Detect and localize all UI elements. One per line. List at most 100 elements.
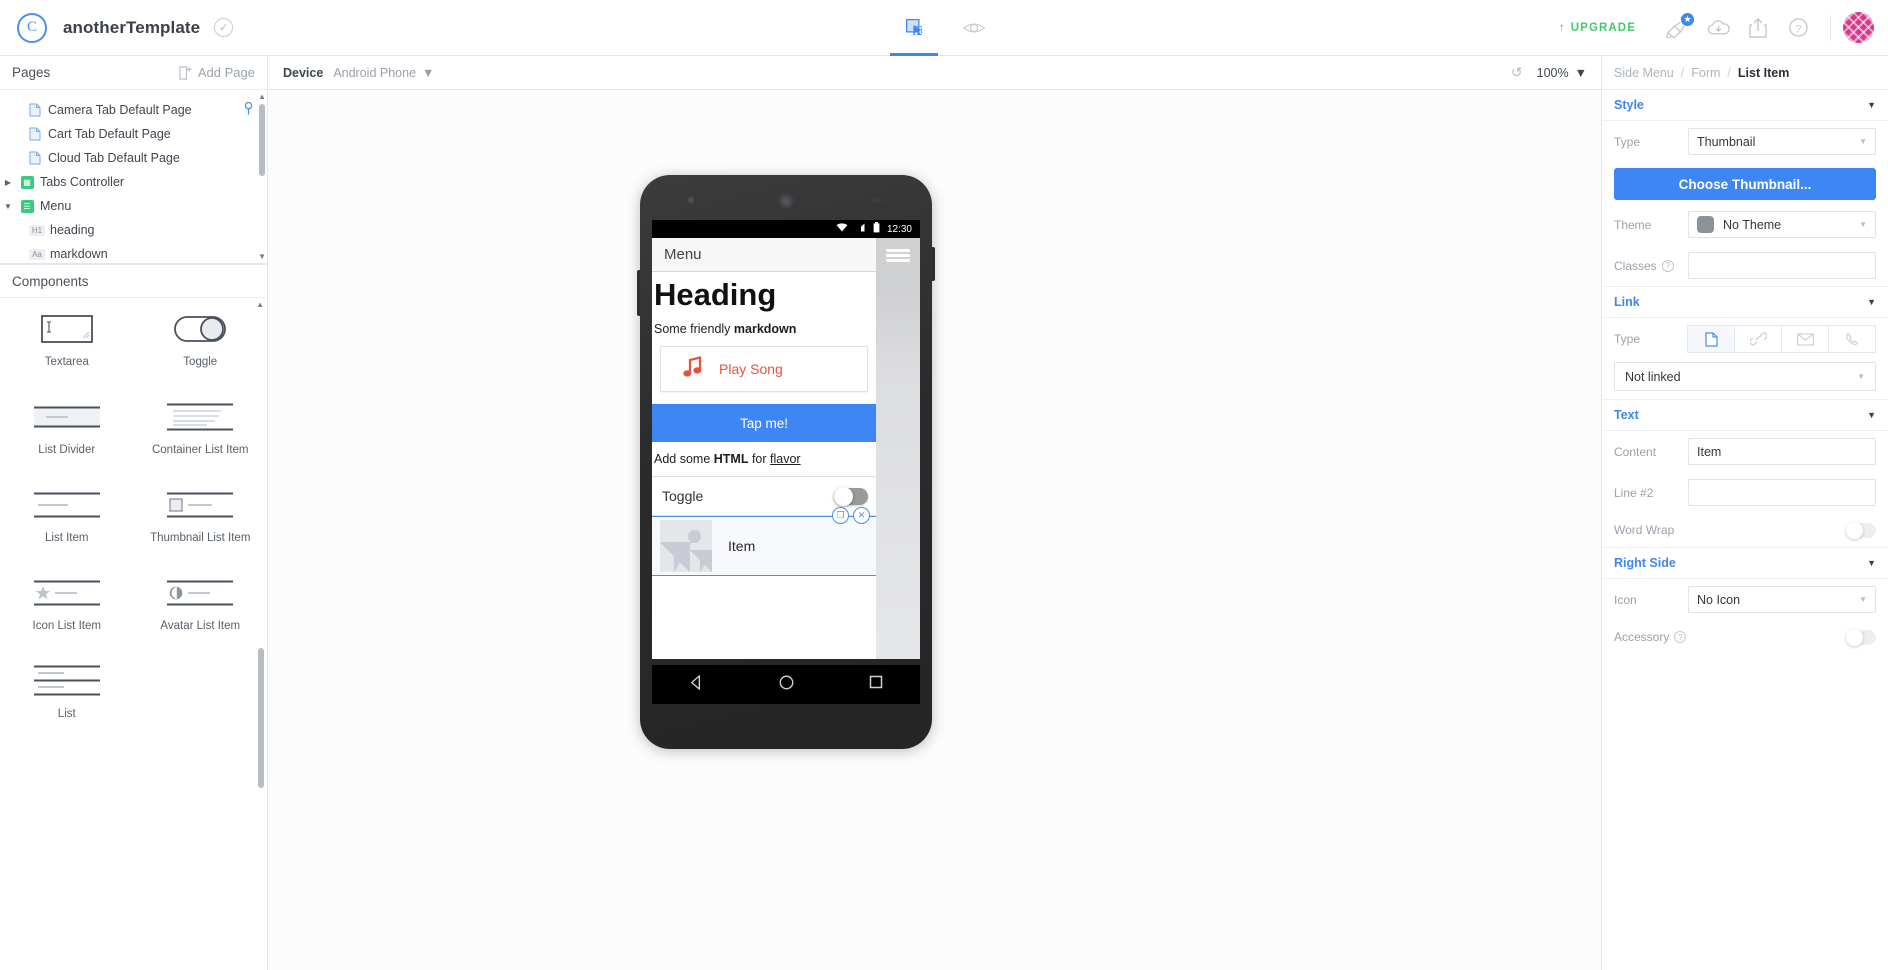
pin-icon[interactable] (244, 101, 253, 118)
phone-screen[interactable]: 12:30 Menu Heading Some friendly markdow… (652, 220, 920, 659)
components-grid[interactable]: ▲ Textarea Toggle List Divider Container… (0, 298, 267, 970)
item-thumbnail[interactable] (660, 520, 712, 573)
html-pre: Add some (654, 452, 714, 467)
nav-back-button[interactable] (688, 674, 705, 696)
tab-preview[interactable] (944, 0, 1004, 56)
delete-handle[interactable]: ✕ (853, 507, 870, 525)
component-list-divider[interactable]: List Divider (0, 400, 134, 488)
choose-thumbnail-button[interactable]: Choose Thumbnail... (1614, 168, 1876, 200)
component-toggle[interactable]: Toggle (134, 312, 268, 400)
theme-select[interactable]: No Theme ▼ (1688, 211, 1876, 238)
share-button[interactable] (1738, 8, 1778, 48)
component-avatar-list-item[interactable]: Avatar List Item (134, 576, 268, 664)
page-row[interactable]: Camera Tab Default Page (0, 98, 267, 122)
battery-icon (873, 222, 880, 236)
heading-element[interactable]: Heading (652, 272, 876, 316)
section-header-right-side[interactable]: Right Side ▼ (1602, 548, 1888, 579)
section-header-link[interactable]: Link ▼ (1602, 287, 1888, 318)
selected-list-item[interactable]: ❐ ✕ Item (652, 507, 876, 577)
page-row[interactable]: H1 heading (0, 218, 267, 242)
component-container-list-item[interactable]: Container List Item (134, 400, 268, 488)
link-target-select[interactable]: Not linked ▼ (1614, 362, 1876, 391)
upgrade-button[interactable]: ↑ UPGRADE (1559, 22, 1636, 34)
tap-me-button[interactable]: Tap me! (652, 404, 876, 443)
play-song-card[interactable]: Play Song (660, 346, 868, 393)
cloud-download-button[interactable] (1698, 8, 1738, 48)
user-avatar[interactable] (1843, 12, 1874, 43)
page-row[interactable]: Aa markdown (0, 242, 267, 263)
avatar-list-item-icon (167, 576, 234, 610)
page-row[interactable]: Cart Tab Default Page (0, 122, 267, 146)
check-glyph: ✓ (219, 22, 229, 34)
side-menu-drawer[interactable] (876, 238, 920, 659)
component-thumbnail-list-item[interactable]: Thumbnail List Item (134, 488, 268, 576)
component-list[interactable]: List (0, 664, 134, 752)
page-label: Cart Tab Default Page (48, 127, 171, 141)
help-icon[interactable]: ? (1674, 631, 1687, 643)
component-textarea[interactable]: Textarea (0, 312, 134, 400)
app-logo-icon[interactable]: C (17, 12, 47, 43)
tab-design[interactable] (884, 0, 944, 56)
classes-input[interactable] (1688, 252, 1876, 279)
add-page-button[interactable]: Add Page (179, 65, 255, 80)
device-selector[interactable]: Android Phone ▼ (333, 66, 434, 80)
nav-recents-button[interactable] (868, 674, 884, 695)
page-label: Menu (40, 199, 72, 213)
email-link-icon[interactable] (1781, 325, 1829, 353)
twisty[interactable]: ▼ (0, 202, 16, 211)
app-content[interactable]: Heading Some friendly markdown Play Song… (652, 272, 876, 577)
duplicate-handle[interactable]: ❐ (832, 507, 849, 525)
chevron-down-icon: ▼ (1857, 372, 1865, 381)
canvas-stage[interactable]: 12:30 Menu Heading Some friendly markdow… (269, 90, 1601, 970)
zoom-selector[interactable]: 100% ▼ (1537, 66, 1587, 80)
components-scroll-up-arrow[interactable]: ▲ (256, 300, 264, 309)
breadcrumb-form[interactable]: Form (1691, 66, 1720, 80)
chevron-down-icon[interactable]: ▼ (1867, 410, 1876, 420)
tap-me-label: Tap me! (739, 415, 789, 431)
pages-panel-header: Pages Add Page (0, 56, 267, 90)
chevron-down-icon[interactable]: ▼ (1867, 297, 1876, 307)
word-wrap-toggle[interactable] (1846, 521, 1876, 539)
html-link[interactable]: flavor (770, 452, 801, 466)
section-header-text[interactable]: Text ▼ (1602, 400, 1888, 431)
right-icon-value: No Icon (1697, 592, 1741, 607)
content-input[interactable] (1688, 438, 1876, 465)
right-icon-select[interactable]: No Icon ▼ (1688, 586, 1876, 613)
android-nav-bar[interactable] (652, 665, 920, 704)
pages-tree[interactable]: ▲ ▼ Camera Tab Default Page Cart Tab Def… (0, 90, 267, 264)
page-row-menu[interactable]: ▼ ☰ Menu (0, 194, 267, 218)
add-page-label: Add Page (197, 65, 255, 80)
paintbrush-button[interactable]: ★ (1658, 8, 1698, 48)
help-icon[interactable]: ? (1661, 259, 1674, 272)
component-label: List (57, 708, 76, 720)
page-row[interactable]: Cloud Tab Default Page (0, 146, 267, 170)
phone-link-icon[interactable] (1828, 325, 1876, 353)
component-list-item[interactable]: List Item (0, 488, 134, 576)
page-row[interactable]: ▶ ▦ Tabs Controller (0, 170, 267, 194)
components-panel-header: Components (0, 264, 267, 298)
page-link-icon[interactable] (1687, 325, 1735, 353)
nav-home-button[interactable] (778, 674, 795, 696)
section-header-style[interactable]: Style ▼ (1602, 90, 1888, 121)
accessory-toggle[interactable] (1846, 628, 1876, 646)
breadcrumb-side-menu[interactable]: Side Menu (1614, 66, 1674, 80)
components-scrollbar-thumb[interactable] (258, 648, 264, 788)
markdown-element[interactable]: Some friendly markdown (652, 316, 876, 346)
line2-input[interactable] (1688, 479, 1876, 506)
section-title-text: Text (1614, 408, 1639, 422)
toggle-switch[interactable] (834, 486, 868, 506)
component-icon-list-item[interactable]: Icon List Item (0, 576, 134, 664)
url-link-icon[interactable] (1734, 325, 1782, 353)
help-button[interactable]: ? (1778, 8, 1818, 48)
type-select[interactable]: Thumbnail ▼ (1688, 128, 1876, 155)
html-text-element[interactable]: Add some HTML for flavor (652, 442, 876, 476)
hamburger-menu-button[interactable] (876, 238, 920, 272)
drawer-body (876, 290, 920, 659)
hamburger-line (886, 258, 910, 262)
chevron-down-icon[interactable]: ▼ (1867, 100, 1876, 110)
canvas-toolbar: Device Android Phone ▼ ↺ 100% ▼ (269, 56, 1601, 90)
twisty[interactable]: ▶ (0, 178, 16, 187)
refresh-icon[interactable]: ↺ (1511, 64, 1523, 81)
chevron-down-icon[interactable]: ▼ (1867, 558, 1876, 568)
project-title[interactable]: anotherTemplate (63, 18, 200, 38)
